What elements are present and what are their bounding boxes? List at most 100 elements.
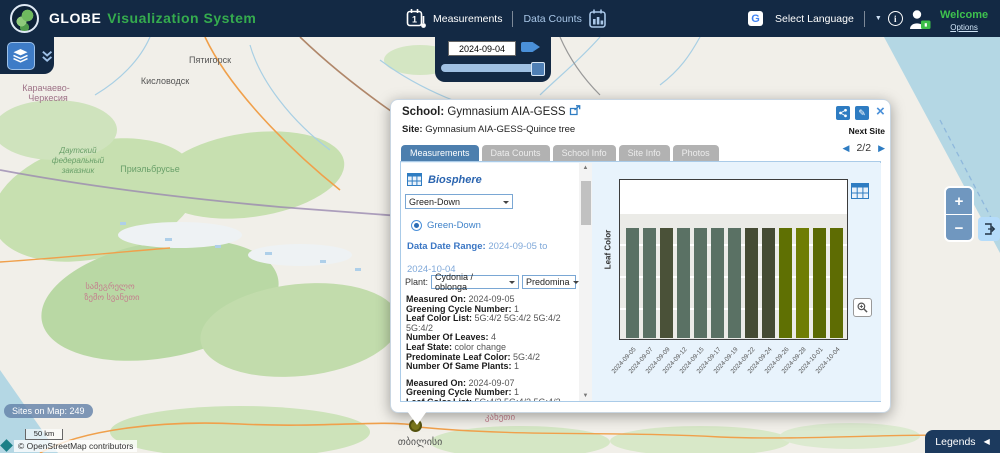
chart-bar[interactable] — [660, 228, 673, 338]
map-label-kakheti: კახეთი — [485, 412, 516, 422]
date-slider-handle[interactable] — [531, 62, 545, 76]
chart-bar[interactable] — [830, 228, 843, 338]
nav-measurements[interactable]: 1 Measurements — [406, 8, 502, 30]
user-unlocked-icon[interactable] — [908, 8, 932, 30]
site-line: Site: Gymnasium AIA-GESS-Quince tree — [402, 124, 575, 135]
google-translate-icon: G — [748, 11, 763, 26]
panel-scrollbar[interactable]: ▲ ▼ — [579, 163, 592, 401]
chart-bar[interactable] — [694, 228, 707, 338]
edit-pencil-icon: ✎ — [858, 108, 866, 119]
measurement-row: Leaf Color List: 5G:4/2 5G:4/2 5G:4/2 5G… — [406, 314, 574, 333]
user-area: Welcome Options — [908, 0, 988, 37]
school-label: School: — [402, 106, 444, 118]
map-label-tbilisi: თბილისი — [398, 436, 443, 448]
app-header: GLOBEVisualization System 1 Measurements… — [0, 0, 1000, 37]
school-line: School: Gymnasium AIA-GESS — [402, 105, 581, 118]
map-label-karachay-2: Черкесия — [28, 93, 68, 103]
date-slider[interactable] — [441, 64, 541, 72]
measurements-calendar-icon: 1 — [406, 8, 427, 30]
chart-bar[interactable] — [626, 228, 639, 338]
protocol-select-value: Green-Down — [409, 197, 460, 207]
date-input[interactable] — [448, 41, 516, 56]
green-down-radio-label: Green-Down — [427, 220, 481, 231]
chart-bar[interactable] — [711, 228, 724, 338]
nav-data-counts[interactable]: Data Counts — [523, 8, 609, 30]
layers-icon — [12, 48, 29, 63]
share-button[interactable] — [836, 106, 850, 120]
chart-bar[interactable] — [728, 228, 741, 338]
green-down-radio[interactable] — [411, 220, 422, 231]
sphere-label: Biosphere — [428, 174, 482, 186]
school-name: Gymnasium AIA-GESS — [447, 106, 565, 118]
collapse-chevrons-icon[interactable] — [40, 48, 54, 64]
tab-site-info[interactable]: Site Info — [619, 145, 670, 161]
zoom-in-button[interactable]: + — [946, 188, 972, 214]
site-popup: School: Gymnasium AIA-GESS Site: Gymnasi… — [390, 99, 891, 413]
scroll-up-icon[interactable]: ▲ — [579, 165, 592, 171]
chart-gridline — [620, 212, 847, 214]
chart-bar[interactable] — [796, 228, 809, 338]
legends-button[interactable]: Legends ◀ — [925, 430, 1000, 453]
select-language-label: Select Language — [775, 13, 854, 25]
protocol-select[interactable]: Green-Down — [405, 194, 513, 209]
date-control-panel — [435, 37, 551, 82]
popup-close-button[interactable]: × — [876, 105, 885, 118]
tab-data-counts[interactable]: Data Counts — [482, 145, 550, 161]
external-link-icon[interactable] — [569, 105, 581, 116]
tab-measurements[interactable]: Measurements — [401, 145, 479, 161]
nav-data-counts-label: Data Counts — [523, 13, 581, 25]
next-site-arrow[interactable]: ▶ — [878, 143, 885, 154]
tab-photos[interactable]: Photos — [673, 145, 719, 161]
measurement-entry: Measured On: 2024-09-07Greening Cycle Nu… — [406, 379, 574, 401]
chart-bar[interactable] — [762, 228, 775, 338]
app-title: GLOBEVisualization System — [49, 10, 256, 26]
nav-measurements-label: Measurements — [433, 13, 502, 25]
prev-site-arrow[interactable]: ◀ — [843, 143, 850, 154]
map-export-button[interactable] — [978, 217, 1000, 241]
map-attribution[interactable]: © OpenStreetMap contributors — [14, 440, 137, 452]
legends-label: Legends — [935, 436, 975, 448]
layers-panel — [0, 37, 54, 74]
chart-bar[interactable] — [677, 228, 690, 338]
measurement-entry: Measured On: 2024-09-05Greening Cycle Nu… — [406, 295, 574, 372]
zoom-out-button[interactable]: − — [946, 215, 972, 241]
info-icon[interactable]: i — [888, 11, 903, 26]
language-divider — [864, 11, 865, 27]
language-dropdown-arrow-icon[interactable]: ▼ — [875, 15, 882, 22]
map-label-reserve-2: федеральный — [52, 156, 105, 165]
globe-visualization-app: Пятигорск Кисловодск Карачаево- Черкесия… — [0, 0, 1000, 453]
tab-school-info[interactable]: School Info — [553, 145, 616, 161]
leaf-color-chart — [619, 179, 848, 340]
export-icon — [982, 222, 996, 236]
protocol-radio-row: Green-Down — [411, 220, 481, 231]
protocol-panel: Biosphere Green-Down Green-Down Data Dat… — [401, 163, 579, 401]
chart-bar[interactable] — [745, 228, 758, 338]
chart-x-axis-labels: 2024-09-052024-09-072024-09-092024-09-12… — [619, 343, 848, 399]
chart-bar[interactable] — [643, 228, 656, 338]
welcome-block: Welcome Options — [940, 5, 988, 32]
brand-system: Visualization System — [107, 10, 256, 26]
site-pager: ◀ 2/2 ▶ — [843, 142, 885, 154]
edit-button[interactable]: ✎ — [855, 106, 869, 120]
chart-zoom-button[interactable] — [853, 298, 872, 317]
table-view-icon — [851, 183, 869, 199]
plant-select[interactable]: Cydonia / oblonga — [431, 275, 519, 289]
measurement-entries: Measured On: 2024-09-05Greening Cycle Nu… — [406, 295, 574, 401]
chart-bar[interactable] — [779, 228, 792, 338]
scroll-down-icon[interactable]: ▼ — [579, 393, 592, 399]
chart-bar[interactable] — [813, 228, 826, 338]
measurement-row: Leaf Color List: 5G:4/2 5G:4/2 5G:4/2 — [406, 398, 574, 401]
popup-tabs: Measurements Data Counts School Info Sit… — [401, 145, 719, 161]
chart-table-view-button[interactable] — [850, 181, 870, 201]
layers-button[interactable] — [7, 42, 35, 70]
next-site-label: Next Site — [849, 126, 885, 136]
scrollbar-thumb[interactable] — [581, 181, 591, 225]
options-link[interactable]: Options — [940, 23, 988, 32]
plant-row: Plant: Cydonia / oblonga Predomina — [405, 275, 576, 289]
plant-qualifier-select[interactable]: Predomina — [522, 275, 576, 289]
map-zoom-control: + − — [944, 186, 974, 242]
chart-y-axis-label: Leaf Color — [604, 195, 613, 305]
select-language-control[interactable]: G Select Language — [748, 11, 860, 26]
share-icon — [838, 108, 848, 118]
animation-camera-icon[interactable] — [521, 42, 534, 52]
